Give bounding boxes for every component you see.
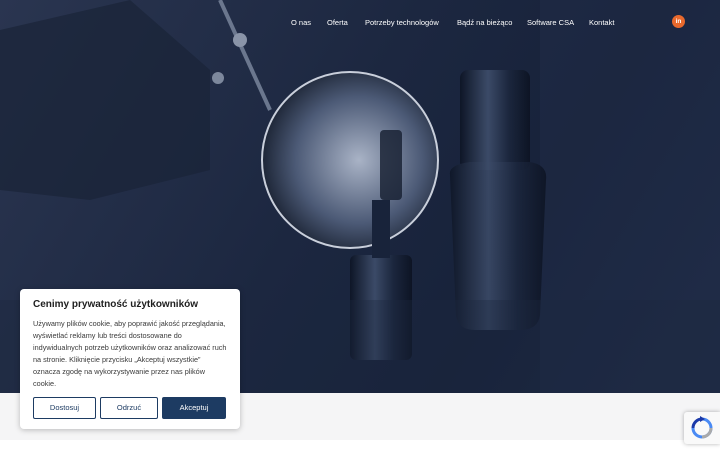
nav-item-software-csa[interactable]: Software CSA [527, 16, 574, 30]
nav-item-oferta[interactable]: Oferta [327, 16, 348, 30]
cookie-consent-dialog: Cenimy prywatność użytkowników Używamy p… [20, 289, 240, 429]
accept-button[interactable]: Akceptuj [162, 397, 226, 419]
reject-button[interactable]: Odrzuć [100, 397, 158, 419]
cookie-description: Używamy plików cookie, aby poprawić jako… [33, 319, 227, 388]
cookie-title: Cenimy prywatność użytkowników [33, 299, 199, 310]
recaptcha-icon [691, 416, 713, 439]
linkedin-icon[interactable]: in [672, 15, 685, 28]
cookie-buttons: Dostosuj Odrzuć Akceptuj [33, 397, 227, 419]
customize-button[interactable]: Dostosuj [33, 397, 96, 419]
recaptcha-badge[interactable] [684, 412, 720, 444]
nav-item-kontakt[interactable]: Kontakt [589, 16, 614, 30]
nav-item-badz-na-biezaco[interactable]: Bądź na bieżąco [457, 16, 512, 30]
nav-item-potrzeby-technologow[interactable]: Potrzeby technologów [365, 16, 439, 30]
nav-item-o-nas[interactable]: O nas [291, 16, 311, 30]
